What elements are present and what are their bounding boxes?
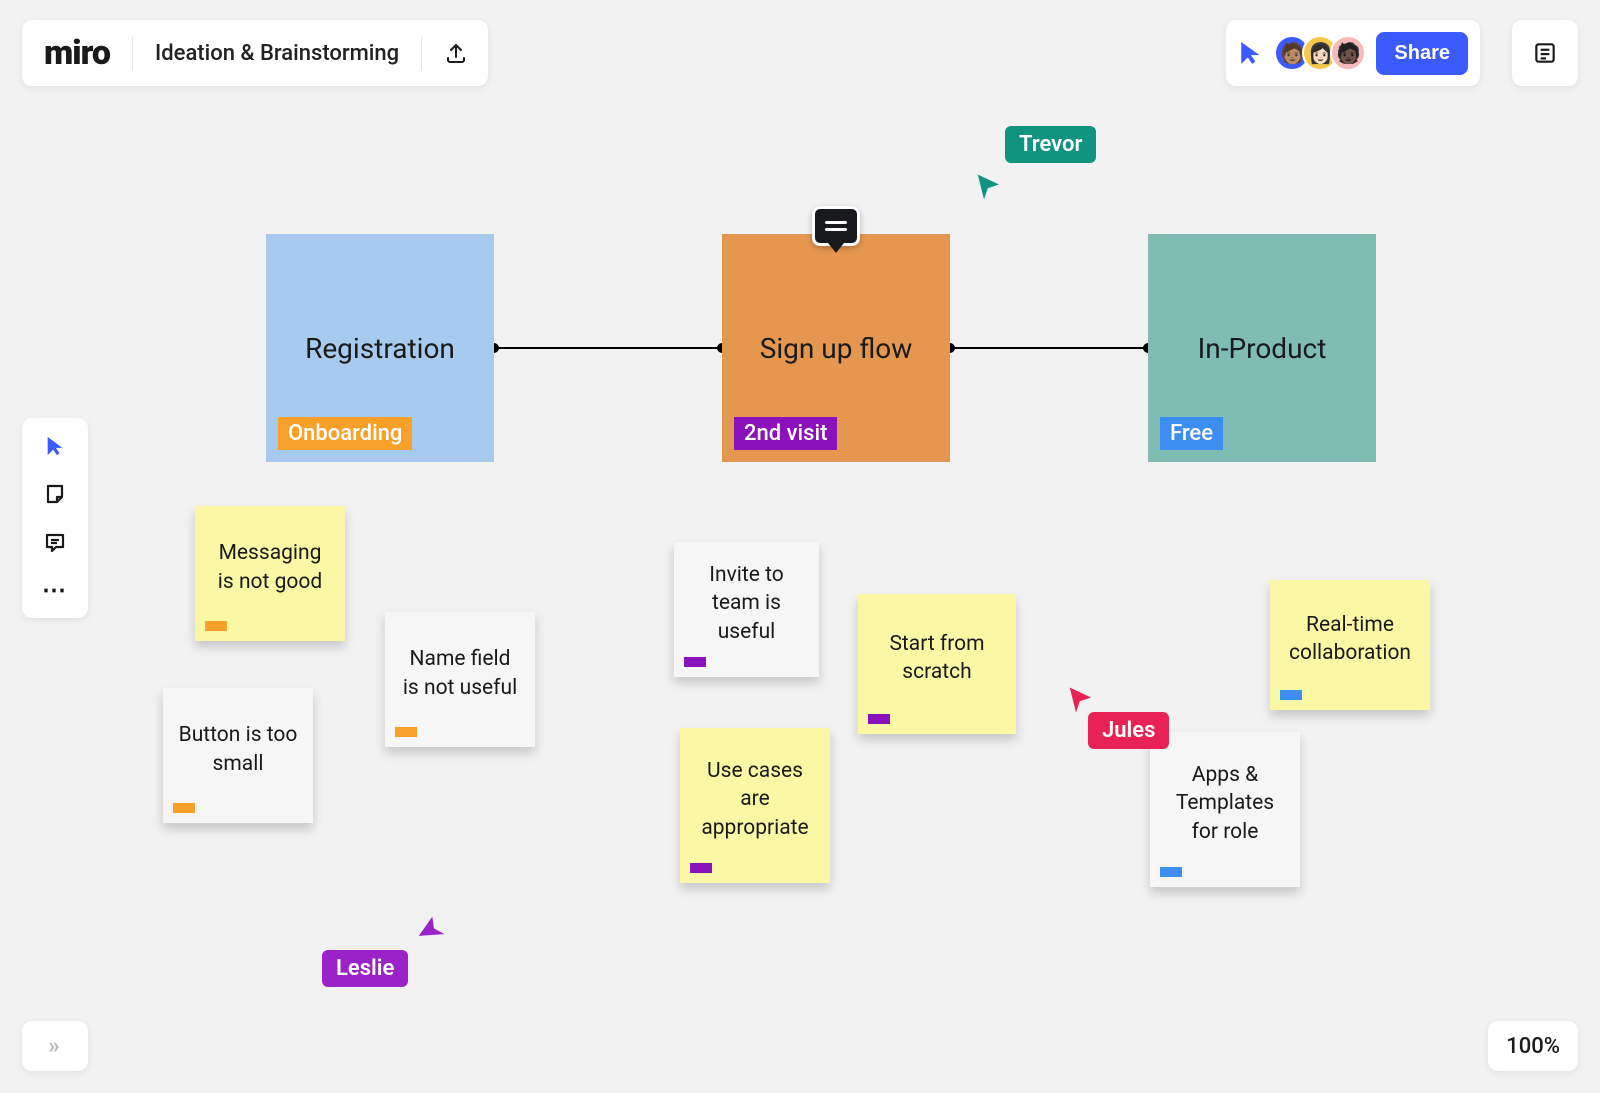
collaborator-cursor-icon [416,910,451,945]
expand-panel-button[interactable]: » [22,1021,88,1071]
sticky-text: Use cases are appropriate [694,757,816,842]
sticky-text: Messaging is not good [209,539,331,596]
card-title: Sign up flow [760,332,913,365]
sticky-text: Name field is not useful [399,645,521,702]
sticky-text: Apps & Templates for role [1164,761,1286,846]
card-title: In-Product [1198,332,1327,365]
sticky-author-mark [1280,690,1302,700]
sticky-author-mark [1160,867,1182,877]
sticky-author-mark [173,803,195,813]
header-left: miro Ideation & Brainstorming [22,20,488,86]
collaborator-cursor-label: Leslie [322,950,408,987]
avatar-group[interactable]: 🧑🏽 👩🏻 🧑🏿 [1274,35,1366,71]
sticky-text: Real-time collaboration [1284,611,1416,668]
connector[interactable] [494,347,722,349]
logo[interactable]: miro [44,33,110,73]
more-tools[interactable]: ⋯ [41,576,69,604]
upload-icon[interactable] [444,41,468,65]
sticky-author-mark [690,863,712,873]
sticky-text: Start from scratch [872,630,1002,687]
collaborator-cursor-icon [974,172,1004,202]
sticky-text: Button is too small [177,721,299,778]
sticky-note[interactable]: Start from scratch [858,594,1016,734]
avatar[interactable]: 🧑🏿 [1330,35,1366,71]
sticky-note[interactable]: Use cases are appropriate [680,728,830,883]
sticky-note[interactable]: Messaging is not good [195,506,345,641]
comment-tool[interactable] [41,528,69,556]
card-registration[interactable]: Registration Onboarding [266,234,494,462]
zoom-level[interactable]: 100% [1488,1021,1578,1071]
sticky-note[interactable]: Button is too small [163,688,313,823]
collaborator-cursor-icon [1066,685,1096,715]
sticky-note[interactable]: Apps & Templates for role [1150,732,1300,887]
card-signup[interactable]: Sign up flow 2nd visit [722,234,950,462]
sticky-text: Invite to team is useful [688,561,805,646]
sticky-note[interactable]: Name field is not useful [385,612,535,747]
sticky-author-mark [868,714,890,724]
activity-panel-button[interactable] [1512,20,1578,86]
card-inproduct[interactable]: In-Product Free [1148,234,1376,462]
cursor-facilitate-icon[interactable] [1238,40,1264,66]
divider [132,36,133,70]
collaborator-cursor-label: Jules [1088,712,1169,749]
header-right: 🧑🏽 👩🏻 🧑🏿 Share [1226,20,1480,86]
card-tag[interactable]: Free [1160,417,1223,450]
board-title[interactable]: Ideation & Brainstorming [155,41,399,66]
card-tag[interactable]: 2nd visit [734,417,837,450]
sticky-note[interactable]: Real-time collaboration [1270,580,1430,710]
share-button[interactable]: Share [1376,32,1468,75]
collaborator-cursor-label: Trevor [1005,126,1096,163]
sticky-author-mark [395,727,417,737]
sticky-note-tool[interactable] [41,480,69,508]
sticky-author-mark [684,657,706,667]
select-tool[interactable] [41,432,69,460]
sticky-note[interactable]: Invite to team is useful [674,542,819,677]
connector[interactable] [950,347,1148,349]
toolbar: ⋯ [22,418,88,618]
zoom-value: 100% [1506,1034,1560,1059]
divider [421,36,422,70]
comment-indicator[interactable] [812,206,860,246]
sticky-author-mark [205,621,227,631]
card-title: Registration [305,332,455,365]
card-tag[interactable]: Onboarding [278,417,412,450]
